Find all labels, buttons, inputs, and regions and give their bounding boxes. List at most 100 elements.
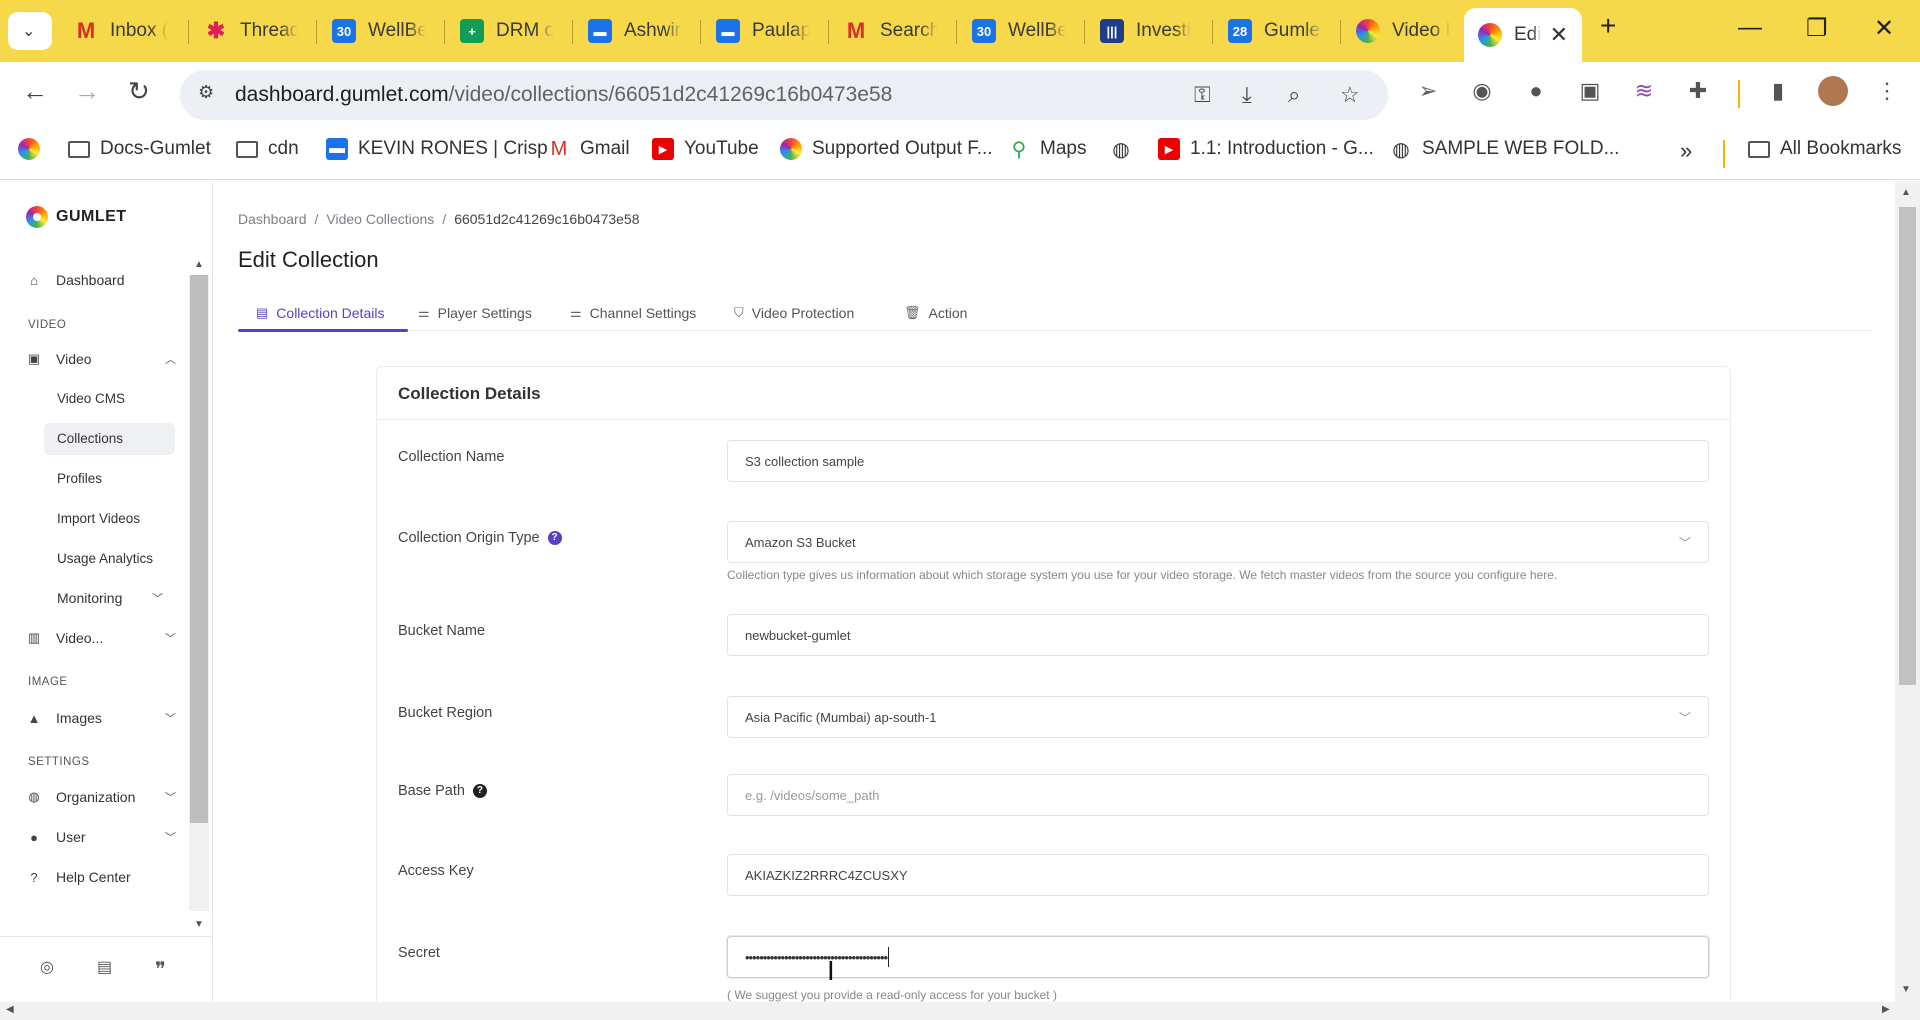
sidebar-item-usage-analytics[interactable]: Usage Analytics — [57, 551, 153, 566]
bookmark-sample-web-folder[interactable]: ◍ SAMPLE WEB FOLD... — [1390, 138, 1619, 161]
scroll-up-arrow[interactable]: ▲ — [1901, 187, 1911, 198]
bookmark-globe[interactable]: ◍ — [1110, 138, 1142, 161]
base-path-input[interactable]: e.g. /videos/some_path — [727, 774, 1709, 816]
browser-tab[interactable]: 30 WellBe — [958, 8, 1066, 54]
sidebar-item-dashboard[interactable]: ⌂ Dashboard — [26, 272, 176, 288]
install-app-icon[interactable]: ⤓ — [1242, 82, 1252, 108]
help-icon[interactable]: ? — [547, 531, 562, 545]
bookmark-crisp[interactable]: ▬ KEVIN RONES | Crisp — [326, 138, 548, 160]
origin-type-select[interactable]: Amazon S3 Bucket ﹀ — [727, 521, 1709, 563]
help-icon[interactable]: ? — [472, 784, 487, 798]
tab-player-settings[interactable]: ⚌ Player Settings — [418, 305, 532, 321]
tab-collection-details[interactable]: ▤ Collection Details — [256, 305, 384, 321]
camera-extension-icon[interactable]: ◉ — [1467, 76, 1497, 106]
browser-tab[interactable]: + DRM c — [446, 8, 554, 54]
sidebar-item-video[interactable]: ▣ Video ︿ — [26, 351, 176, 367]
scroll-down-arrow[interactable]: ▼ — [194, 919, 204, 930]
zoom-icon[interactable]: ⌕ — [1288, 82, 1300, 108]
horizontal-scrollbar[interactable]: ◀ ▶ — [0, 1002, 1920, 1020]
bookmark-youtube[interactable]: ▶ YouTube — [652, 138, 759, 160]
bookmark-star-icon[interactable]: ☆ — [1340, 82, 1360, 108]
tab-search-button[interactable]: ⌄ — [8, 12, 52, 50]
browser-tab[interactable]: ||| Investi — [1086, 8, 1194, 54]
gumlet-logo[interactable]: GUMLET — [26, 206, 127, 228]
browser-tab[interactable]: M Inbox ( — [60, 8, 168, 54]
browser-tab[interactable]: ▬ Ashwin — [574, 8, 682, 54]
collection-name-input[interactable]: S3 collection sample — [727, 440, 1709, 482]
secret-input[interactable]: •••••••••••••••••••••••••••••••••••••••• — [727, 936, 1709, 978]
sidebar-item-import-videos[interactable]: Import Videos — [57, 511, 140, 526]
new-tab-button[interactable]: + — [1600, 10, 1616, 42]
scroll-left-arrow[interactable]: ◀ — [6, 1004, 14, 1015]
more-bookmarks-icon[interactable]: » — [1680, 138, 1692, 164]
avatar[interactable] — [1818, 76, 1848, 106]
sidebar-item-video-cms[interactable]: Video CMS — [57, 391, 125, 406]
browser-tab[interactable]: ▬ Paulap — [702, 8, 810, 54]
sidebar-item-help-center[interactable]: ? Help Center — [26, 869, 176, 885]
puzzle-icon[interactable]: ✚ — [1683, 76, 1713, 106]
tab-divider — [828, 20, 829, 44]
breadcrumb-video-collections[interactable]: Video Collections — [326, 211, 434, 227]
apps-icon[interactable] — [18, 138, 50, 160]
support-icon[interactable]: ◎ — [40, 957, 54, 977]
section-label-settings: SETTINGS — [28, 756, 90, 768]
back-button[interactable]: ← — [22, 76, 48, 107]
close-window-button[interactable]: ✕ — [1874, 14, 1894, 43]
sidebar-item-video-analytics[interactable]: ▥ Video... ﹀ — [26, 630, 176, 646]
key-icon[interactable]: ⚿ — [1194, 82, 1211, 108]
main-content: Dashboard / Video Collections/66051d2c4126… — [214, 181, 1895, 1002]
browser-tab[interactable]: 30 WellBe — [318, 8, 426, 54]
base-path-label: Base Path? — [398, 783, 487, 799]
bookmark-supported-output[interactable]: Supported Output F... — [780, 138, 993, 160]
sidebar-item-profiles[interactable]: Profiles — [57, 471, 102, 486]
bookmark-cdn[interactable]: cdn — [236, 138, 299, 160]
tab-channel-settings[interactable]: ⚌ Channel Settings — [570, 305, 696, 321]
browser-tab[interactable]: M Search — [830, 8, 938, 54]
sidebar-item-organization[interactable]: ◍ Organization ﹀ — [26, 789, 176, 805]
bucket-region-select[interactable]: Asia Pacific (Mumbai) ap-south-1 ﹀ — [727, 696, 1709, 738]
disk-extension-icon[interactable]: ● — [1521, 76, 1551, 106]
bookmark-introduction[interactable]: ▶ 1.1: Introduction - G... — [1158, 138, 1374, 160]
scroll-thumb[interactable] — [190, 275, 208, 823]
forward-button[interactable]: → — [74, 76, 100, 107]
reload-button[interactable]: ↻ — [128, 76, 150, 107]
quote-icon[interactable]: ❞ — [155, 957, 166, 982]
scroll-up-arrow[interactable]: ▲ — [194, 259, 204, 270]
sidebar-item-images[interactable]: ▲ Images ﹀ — [26, 710, 176, 726]
sidebar-item-user[interactable]: ● User ﹀ — [26, 829, 176, 845]
scroll-down-arrow[interactable]: ▼ — [1901, 984, 1911, 995]
chat-icon[interactable]: ▤ — [97, 957, 112, 977]
js-extension-icon[interactable]: ▣ — [1575, 76, 1605, 106]
page-scrollbar[interactable]: ▲ ▼ — [1895, 181, 1920, 1002]
bookmark-gmail[interactable]: M Gmail — [548, 138, 630, 160]
browser-tab[interactable]: Video F — [1342, 8, 1450, 54]
restore-button[interactable]: ❐ — [1806, 14, 1828, 43]
url-text[interactable]: dashboard.gumlet.com/video/collections/6… — [235, 83, 892, 107]
browser-tab[interactable]: 28 Gumlet — [1214, 8, 1322, 54]
address-bar[interactable]: ⚙ dashboard.gumlet.com/video/collections… — [180, 70, 1388, 120]
tab-video-protection[interactable]: ⛉ Video Protection — [734, 305, 854, 321]
site-info-icon[interactable]: ⚙ — [198, 82, 214, 103]
minimize-button[interactable]: — — [1738, 14, 1762, 42]
bookmark-maps[interactable]: ⚲ Maps — [1008, 138, 1087, 161]
breadcrumb-dashboard[interactable]: Dashboard — [238, 211, 307, 227]
browser-tab[interactable]: ✱ Thread — [190, 8, 298, 54]
all-bookmarks[interactable]: All Bookmarks — [1748, 138, 1901, 160]
sidebar-scrollbar[interactable]: ▲ ▼ — [189, 259, 209, 935]
sidebar-item-monitoring[interactable]: Monitoring ﹀ — [57, 590, 163, 606]
side-panel-icon[interactable]: ▮ — [1763, 76, 1793, 106]
stripes-extension-icon[interactable]: ≋ — [1629, 76, 1659, 106]
tab-action[interactable]: 🗑 Action — [904, 305, 967, 321]
menu-icon[interactable]: ⋮ — [1872, 76, 1902, 106]
send-extension-icon[interactable]: ➢ — [1413, 76, 1443, 106]
browser-tab-active[interactable]: Edi ✕ — [1464, 8, 1582, 62]
scroll-thumb[interactable] — [1899, 207, 1916, 685]
bucket-name-input[interactable]: newbucket-gumlet — [727, 614, 1709, 656]
access-key-input[interactable]: AKIAZKIZ2RRRC4ZCUSXY — [727, 854, 1709, 896]
map-pin-icon: ⚲ — [1011, 138, 1027, 161]
close-icon[interactable]: ✕ — [1550, 22, 1568, 48]
scroll-right-arrow[interactable]: ▶ — [1882, 1004, 1890, 1015]
sidebar-item-collections[interactable]: Collections — [44, 423, 175, 455]
sliders-icon: ⚌ — [418, 305, 430, 320]
bookmark-docs-gumlet[interactable]: Docs-Gumlet — [68, 138, 211, 160]
